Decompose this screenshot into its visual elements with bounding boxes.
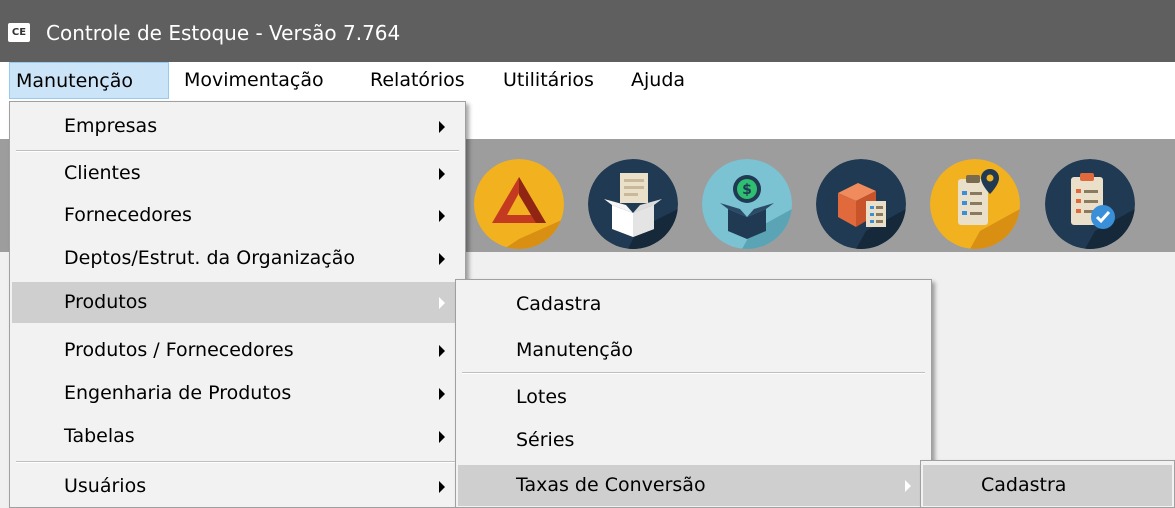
menu-item-produtos-fornecedores[interactable]: Produtos / Fornecedores [12,330,463,371]
menu-ajuda[interactable]: Ajuda [625,62,691,99]
menu-item-label: Séries [516,429,575,451]
menu-manutencao[interactable]: Manutenção [9,62,169,99]
menu-utilitarios[interactable]: Utilitários [497,62,600,99]
submenu-arrow-icon [439,253,445,265]
submenu-arrow-icon [439,121,445,133]
submenu-arrow-icon [439,431,445,443]
menu-item-series[interactable]: Séries [458,420,929,461]
box-dollar-icon[interactable]: $ [702,159,792,249]
submenu-arrow-icon [439,210,445,222]
taxas-submenu: Cadastra [920,460,1175,508]
menu-item-produtos[interactable]: Produtos [12,282,463,323]
menu-separator [16,461,459,463]
clipboard-location-icon[interactable] [930,159,1020,249]
submenu-arrow-icon [439,388,445,400]
menu-item-label: Produtos [64,291,148,313]
menu-item-label: Engenharia de Produtos [64,382,292,404]
menu-item-label: Cadastra [516,293,602,315]
menu-separator [16,150,459,152]
menu-movimentacao[interactable]: Movimentação [178,62,330,99]
submenu-arrow-icon [439,345,445,357]
menu-item-label: Produtos / Fornecedores [64,339,294,361]
menu-item-label: Empresas [64,115,158,137]
app-icon: CE [8,23,30,42]
menu-item-label: Taxas de Conversão [516,474,706,496]
menu-item-engenharia[interactable]: Engenharia de Produtos [12,373,463,414]
menu-item-fornecedores[interactable]: Fornecedores [12,195,463,236]
menu-item-label: Fornecedores [64,204,192,226]
menu-item-manutencao[interactable]: Manutenção [458,330,929,371]
open-box-document-icon[interactable] [588,159,678,249]
produtos-submenu: Cadastra Manutenção Lotes Séries Taxas d… [455,279,932,508]
submenu-arrow-icon [439,297,445,309]
menu-item-taxas-cadastra[interactable]: Cadastra [923,465,1172,506]
menu-item-label: Clientes [64,162,141,184]
menu-item-usuarios[interactable]: Usuários [12,466,463,507]
menu-item-label: Tabelas [64,425,135,447]
menu-item-cadastra[interactable]: Cadastra [458,284,929,325]
menu-separator [462,372,925,374]
submenu-arrow-icon [905,480,911,492]
svg-text:$: $ [742,182,752,198]
menu-item-taxas-conversao[interactable]: Taxas de Conversão [458,465,929,506]
menu-item-label: Manutenção [516,339,634,361]
menu-relatorios[interactable]: Relatórios [364,62,471,99]
submenu-arrow-icon [439,481,445,493]
manutencao-dropdown: Empresas Clientes Fornecedores Deptos/Es… [9,101,466,508]
window-title: Controle de Estoque - Versão 7.764 [46,21,401,45]
submenu-arrow-icon [439,168,445,180]
menu-item-label: Usuários [64,475,147,497]
menu-item-label: Cadastra [981,474,1067,496]
title-bar: CE Controle de Estoque - Versão 7.764 [0,0,1175,62]
menu-item-label: Deptos/Estrut. da Organização [64,247,356,269]
menu-item-deptos[interactable]: Deptos/Estrut. da Organização [12,238,463,279]
clipboard-check-icon[interactable] [1045,159,1135,249]
box-checklist-icon[interactable] [816,159,906,249]
menu-item-clientes[interactable]: Clientes [12,153,463,194]
menu-item-lotes[interactable]: Lotes [458,377,929,418]
menu-item-tabelas[interactable]: Tabelas [12,416,463,457]
menu-item-empresas[interactable]: Empresas [12,106,463,147]
menu-bar: Manutenção Movimentação Relatórios Utili… [0,62,1175,99]
menu-item-label: Lotes [516,386,567,408]
triangle-logo-icon[interactable] [474,159,564,249]
